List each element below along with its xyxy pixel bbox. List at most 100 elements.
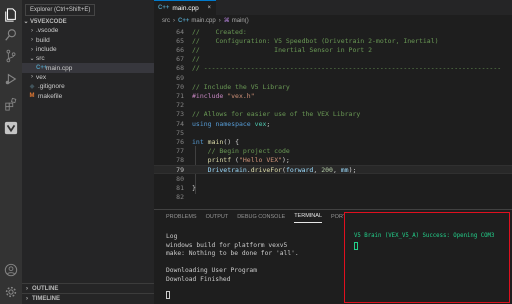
terminal-cursor-line [354,242,509,252]
code-line[interactable]: 81} [154,183,512,192]
close-icon[interactable]: × [207,5,211,11]
chevron-right-icon: › [31,46,33,53]
tree-item-label: .vscode [36,27,59,35]
tree-item-include[interactable]: › include [22,45,154,54]
code-line[interactable]: 76 int main() { [154,137,512,146]
tab-problems[interactable]: PROBLEMS [166,210,197,223]
gear-icon[interactable] [3,284,19,300]
line-number: 77 [176,147,184,156]
tree-item-src[interactable]: ⌄ src [22,54,154,63]
code-text: // Configuration: V5 Speedbot (Drivetrai… [192,37,439,45]
code-token: forward [285,165,314,174]
run-debug-icon[interactable] [3,71,19,87]
code-line[interactable]: 73 // Allows for easier use of the VEX Li… [154,110,512,119]
tab-main-cpp[interactable]: C++ main.cpp × [154,0,216,15]
code-token: main [207,137,224,146]
code-token: ); [282,156,290,165]
git-file-icon: ◆ [29,84,35,91]
tree-item-gitignore[interactable]: ◆ .gitignore [22,82,154,91]
terminal-success-line: V5 Brain (VEX_V5_A) Success: Opening COM… [354,233,495,239]
tree-item-label: vex [36,73,47,81]
source-control-icon[interactable] [3,48,19,64]
code-text: // -------------------------------------… [192,64,501,72]
code-line[interactable]: 82 [154,193,512,202]
code-line[interactable]: 80 [154,174,512,183]
explorer-tooltip: Explorer (Ctrl+Shift+E) [25,4,96,16]
extensions-icon[interactable] [3,96,19,112]
code-line[interactable]: 79 Drivetrain.driveFor(forward, 200, mm)… [154,165,512,175]
line-number: 66 [176,45,184,54]
explorer-icon[interactable] [3,7,19,23]
tree-item-build[interactable]: › build [22,36,154,45]
vex-extension-icon[interactable] [3,120,19,136]
code-text: // Allows for easier use of the VEX Libr… [192,110,360,118]
code-line[interactable]: 68 // -----------------------------------… [154,64,512,73]
terminal-build-output[interactable]: Log windows build for platform vexv5 mak… [166,233,342,299]
code-line[interactable]: 67 // [154,55,512,64]
bottom-panel: PROBLEMS OUTPUT DEBUG CONSOLE TERMINAL P… [154,209,512,304]
code-token: // -------------------------------------… [192,64,502,73]
line-number: 73 [176,110,184,119]
tab-debug-console[interactable]: DEBUG CONSOLE [237,210,285,223]
function-symbol-icon: ⌘ [223,18,230,24]
timeline-section[interactable]: › TIMELINE [22,293,154,303]
code-line[interactable]: 69 [154,73,512,82]
chevron-down-icon: ⌄ [29,56,35,63]
tree-item-label: .gitignore [38,83,65,91]
code-text: // Include the V5 Library [192,83,290,91]
code-token: , [313,165,322,174]
code-line[interactable]: 78 printf ("Hello VEX"); [154,156,512,165]
tree-item-vscode[interactable]: › .vscode [22,26,154,35]
breadcrumb-symbol[interactable]: main() [232,18,249,24]
account-icon[interactable] [3,262,19,278]
line-number: 67 [176,55,184,64]
chevron-down-icon: ⌄ [23,19,29,26]
code-line[interactable]: 70 // Include the V5 Library [154,82,512,91]
code-line[interactable]: 77 // Begin project code [154,147,512,156]
code-line[interactable]: 65 // Configuration: V5 Speedbot (Drivetr… [154,36,512,45]
code-token: , [332,165,341,174]
makefile-icon: M [29,93,35,100]
outline-section[interactable]: › OUTLINE [22,283,154,293]
code-editor[interactable]: 64 // Created: 65 // Configuration: V5 Spee… [154,26,512,209]
tree-item-vex[interactable]: › vex [22,73,154,82]
code-line[interactable]: 72 [154,101,512,110]
breadcrumb: src › C++ main.cpp › ⌘ main() [154,15,512,26]
code-token: Drivetrain [207,165,247,174]
breadcrumb-separator: › [173,17,175,24]
line-number: 79 [176,165,184,174]
code-line[interactable]: 66 // Inertial Sensor in Port 2 [154,45,512,54]
code-text: // [192,55,200,63]
line-number: 68 [176,64,184,73]
line-number: 69 [176,73,184,82]
activity-bar [0,0,22,304]
code-line[interactable]: 71 #include "vex.h" [154,91,512,100]
search-icon[interactable] [3,27,19,43]
code-token: "Hello VEX" [238,156,283,165]
line-number: 82 [176,193,184,202]
tree-item-makefile[interactable]: M makefile [22,91,154,100]
file-tree: ⌄ V5VEXCODE › .vscode › build › include … [22,17,154,101]
code-text: // Created: [192,28,247,36]
tab-terminal[interactable]: TERMINAL [294,210,322,223]
tree-item-label: makefile [38,92,63,100]
chevron-right-icon: › [31,74,33,81]
breadcrumb-file[interactable]: main.cpp [191,18,215,24]
code-token: // Begin project code [207,147,290,156]
tab-output[interactable]: OUTPUT [206,210,229,223]
terminal-brain-output[interactable]: V5 Brain (VEX_V5_A) Success: Opening COM… [344,212,510,303]
code-text: // Inertial Sensor in Port 2 [192,46,372,54]
terminal-line: Log [166,233,178,240]
tree-item-main-cpp[interactable]: C++ main.cpp [22,63,154,73]
code-line[interactable]: 64 // Created: [154,27,512,36]
code-line[interactable]: 75 [154,128,512,137]
line-number: 71 [176,91,184,100]
breadcrumb-folder[interactable]: src [162,18,170,24]
tree-item-label: main.cpp [46,64,73,72]
code-line[interactable]: 74 using namespace vex; [154,119,512,128]
terminal-line: make: Nothing to be done for 'all'. [166,250,299,258]
code-token: namespace [215,119,251,128]
explorer-root-folder[interactable]: ⌄ V5VEXCODE [22,17,154,26]
cpp-file-icon: C++ [36,65,48,72]
